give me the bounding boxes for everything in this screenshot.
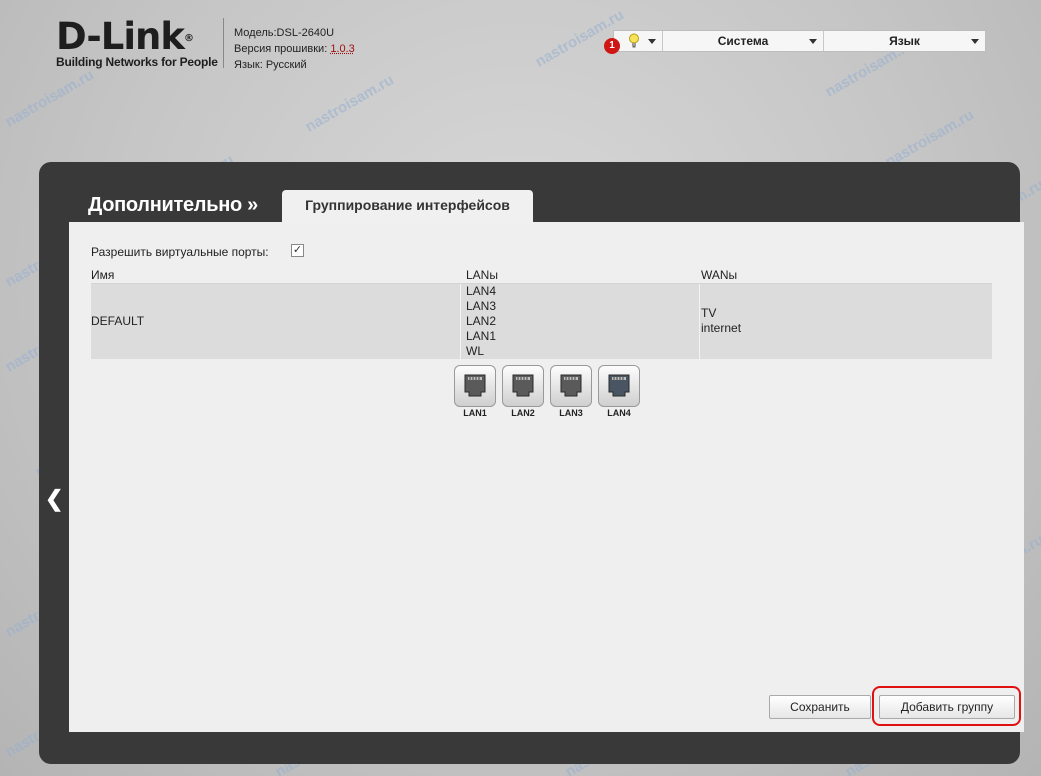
port-label: LAN3 bbox=[559, 408, 583, 418]
language-info-value: Русский bbox=[265, 59, 307, 71]
lan-entry: LAN2 bbox=[466, 314, 497, 328]
column-header-lans: LANы bbox=[466, 268, 498, 282]
top-menu: Система Язык bbox=[613, 30, 986, 52]
firmware-label: Версия прошивки: bbox=[234, 43, 328, 55]
logo-text: D-Link bbox=[56, 15, 185, 58]
chevron-down-icon bbox=[809, 39, 817, 44]
watermark: nastroisam.ru bbox=[302, 71, 397, 136]
registered-mark: ® bbox=[183, 33, 194, 44]
model-label: Модель: bbox=[234, 27, 277, 39]
port-lan3[interactable]: LAN3 bbox=[549, 365, 593, 418]
port-lan2[interactable]: LAN2 bbox=[501, 365, 545, 418]
lan-entry: LAN3 bbox=[466, 299, 497, 313]
firmware-version-link[interactable]: 1.0.3 bbox=[330, 43, 354, 55]
notification-badge[interactable]: 1 bbox=[604, 38, 620, 54]
language-menu-dropdown[interactable]: Язык bbox=[824, 31, 985, 51]
chevron-down-icon bbox=[971, 39, 979, 44]
port-lan1[interactable]: LAN1 bbox=[453, 365, 497, 418]
model-value: DSL-2640U bbox=[276, 27, 335, 39]
port-label: LAN4 bbox=[607, 408, 631, 418]
ethernet-port-icon bbox=[454, 365, 496, 407]
cell-group-name: DEFAULT bbox=[91, 314, 145, 328]
system-menu-dropdown[interactable]: Система bbox=[663, 31, 824, 51]
page-title[interactable]: Дополнительно » bbox=[88, 194, 258, 217]
device-info: Модель:DSL-2640U Версия прошивки: 1.0.3 … bbox=[234, 25, 355, 73]
language-menu-label: Язык bbox=[889, 34, 920, 48]
watermark: nastroisam.ru bbox=[2, 66, 97, 131]
system-menu-label: Система bbox=[717, 34, 769, 48]
cell-wans: TV internet bbox=[701, 306, 741, 336]
chevron-down-icon bbox=[648, 39, 656, 44]
lightbulb-icon bbox=[628, 33, 640, 51]
wan-entry: internet bbox=[701, 321, 742, 335]
column-separator bbox=[699, 284, 700, 359]
lan-entry: WL bbox=[466, 344, 484, 358]
tab-interface-grouping[interactable]: Группирование интерфейсов bbox=[282, 190, 533, 224]
table-row[interactable] bbox=[91, 284, 992, 359]
save-button[interactable]: Сохранить bbox=[769, 695, 871, 719]
port-lan4[interactable]: LAN4 bbox=[597, 365, 641, 418]
port-panel: LAN1 LAN2 LAN3 LAN4 bbox=[453, 365, 645, 418]
highlight-frame bbox=[872, 686, 1021, 726]
notifications-dropdown[interactable] bbox=[614, 31, 663, 51]
virtual-ports-checkbox[interactable]: ✓ bbox=[291, 244, 304, 257]
port-label: LAN1 bbox=[463, 408, 487, 418]
lan-entry: LAN1 bbox=[466, 329, 497, 343]
cell-lans: LAN4 LAN3 LAN2 LAN1 WL bbox=[466, 284, 496, 359]
port-label: LAN2 bbox=[511, 408, 535, 418]
back-arrow-icon[interactable]: ❮ bbox=[45, 486, 63, 512]
lan-entry: LAN4 bbox=[466, 284, 497, 298]
checkmark-icon: ✓ bbox=[292, 244, 303, 256]
virtual-ports-label: Разрешить виртуальные порты: bbox=[91, 245, 269, 259]
column-header-wans: WANы bbox=[701, 268, 738, 282]
watermark: nastroisam.ru bbox=[882, 106, 977, 171]
ethernet-port-icon bbox=[550, 365, 592, 407]
dlink-logo[interactable]: D-Link® Building Networks for People bbox=[56, 15, 218, 70]
header-divider bbox=[223, 18, 224, 68]
logo-tagline: Building Networks for People bbox=[56, 55, 218, 69]
column-separator bbox=[460, 284, 461, 359]
column-header-name: Имя bbox=[91, 268, 115, 282]
ethernet-port-icon bbox=[502, 365, 544, 407]
ethernet-port-icon bbox=[598, 365, 640, 407]
language-info-label: Язык: bbox=[234, 59, 263, 71]
wan-entry: TV bbox=[701, 306, 717, 320]
